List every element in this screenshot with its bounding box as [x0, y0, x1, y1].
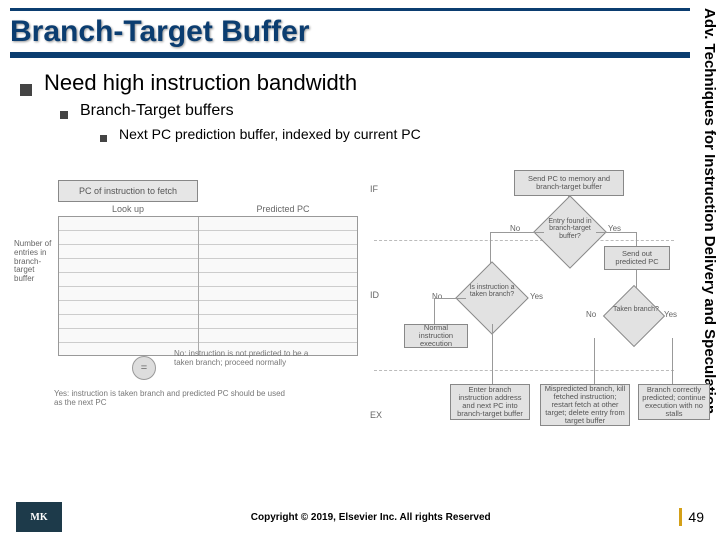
- title-rule-top: [10, 8, 690, 11]
- content-area: Need high instruction bandwidth Branch-T…: [14, 70, 688, 148]
- copyright-text: Copyright © 2019, Elsevier Inc. All righ…: [251, 512, 491, 523]
- flow-ex1: Enter branch instruction address and nex…: [450, 384, 530, 420]
- flow-edge: [434, 298, 466, 299]
- publisher-logo: MK: [16, 502, 62, 532]
- flow-diamond-taken2: [603, 285, 665, 347]
- col-lookup-label: Look up: [58, 204, 198, 214]
- flow-edge: [636, 232, 637, 246]
- match-yes-text: Yes: instruction is taken branch and pre…: [54, 390, 294, 408]
- title-area: Branch-Target Buffer: [10, 8, 690, 58]
- flow-normal-exec: Normal instruction execution: [404, 324, 468, 348]
- flow-edge: [596, 232, 636, 233]
- bullet-icon: [60, 111, 68, 119]
- edge-yes: Yes: [530, 292, 543, 301]
- match-no-text: No: instruction is not predicted to be a…: [174, 350, 324, 368]
- stage-divider: [374, 240, 674, 241]
- slide-title: Branch-Target Buffer: [10, 13, 690, 52]
- flow-top-box: Send PC to memory and branch-target buff…: [514, 170, 624, 196]
- bullet-level-2: Next PC prediction buffer, indexed by cu…: [14, 126, 688, 142]
- flow-edge: [490, 232, 544, 233]
- edge-yes: Yes: [664, 310, 677, 319]
- flow-send-predicted: Send out predicted PC: [604, 246, 670, 270]
- page-number: 49: [679, 508, 704, 526]
- flow-edge: [594, 338, 595, 384]
- col-predicted-label: Predicted PC: [208, 204, 358, 214]
- edge-no: No: [586, 310, 596, 319]
- bullet-text: Branch-Target buffers: [80, 102, 234, 120]
- bullet-level-0: Need high instruction bandwidth: [14, 70, 688, 96]
- flow-diamond-entry-label: Entry found in branch-target buffer?: [542, 218, 598, 240]
- flowchart: IF ID EX Send PC to memory and branch-ta…: [394, 170, 688, 476]
- table-body: [58, 216, 358, 356]
- flow-ex2: Mispredicted branch, kill fetched instru…: [540, 384, 630, 426]
- stage-ex-label: EX: [370, 410, 382, 420]
- flow-edge: [434, 298, 435, 324]
- footer: MK Copyright © 2019, Elsevier Inc. All r…: [0, 502, 720, 532]
- title-rule-bottom: [10, 52, 690, 58]
- bullet-icon: [20, 84, 32, 96]
- flow-edge: [672, 338, 673, 384]
- table-pc-header: PC of instruction to fetch: [58, 180, 198, 202]
- page-number-accent: [679, 508, 682, 526]
- bullet-level-1: Branch-Target buffers: [14, 102, 688, 120]
- stage-divider: [374, 370, 674, 371]
- stage-id-label: ID: [370, 290, 379, 300]
- btb-table: PC of instruction to fetch Look up Predi…: [58, 180, 358, 356]
- match-comparator: =: [132, 356, 156, 380]
- bullet-text: Next PC prediction buffer, indexed by cu…: [119, 126, 421, 142]
- stage-if-label: IF: [370, 184, 378, 194]
- page-number-value: 49: [688, 509, 704, 525]
- flow-diamond-taken2-label: Taken branch?: [608, 306, 664, 313]
- bullet-icon: [100, 135, 107, 142]
- entries-label: Number of entries in branch-target buffe…: [14, 240, 56, 284]
- flow-edge: [492, 324, 493, 384]
- bullet-text: Need high instruction bandwidth: [44, 70, 357, 96]
- flow-diamond-taken-label: Is instruction a taken branch?: [464, 284, 520, 299]
- flow-ex3: Branch correctly predicted; continue exe…: [638, 384, 710, 420]
- diagram-area: Number of entries in branch-target buffe…: [14, 170, 688, 476]
